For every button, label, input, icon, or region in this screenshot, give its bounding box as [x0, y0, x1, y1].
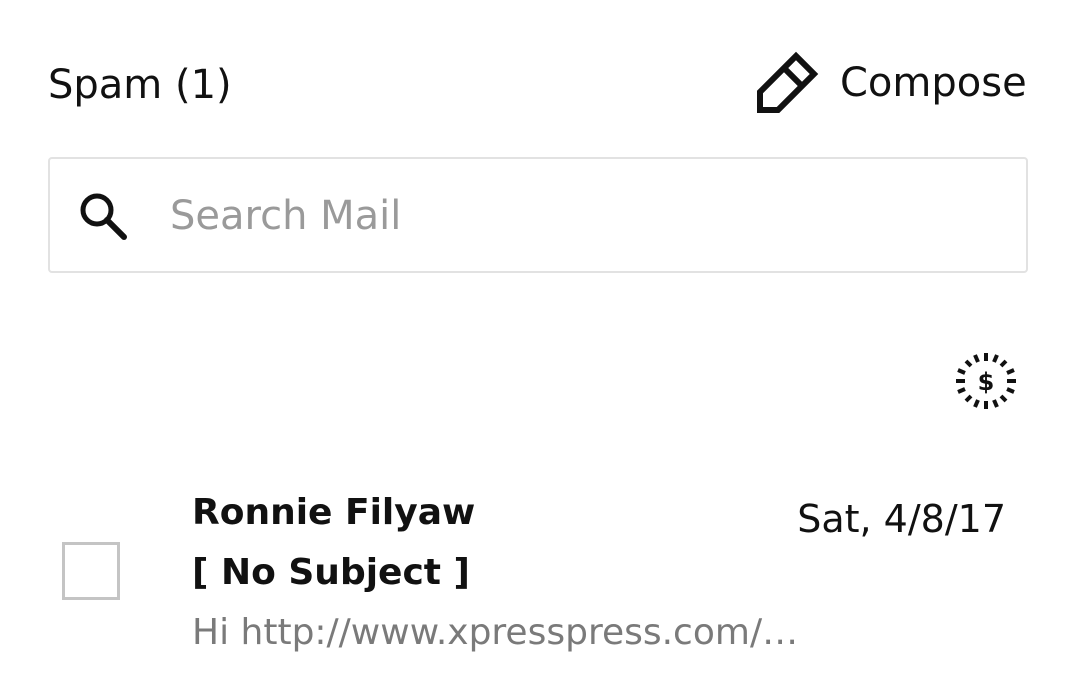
message-date: Sat, 4/8/17	[797, 497, 1006, 541]
message-subject: [ No Subject ]	[192, 552, 470, 593]
pencil-icon	[757, 51, 819, 113]
message-sender: Ronnie Filyaw	[192, 492, 476, 533]
search-box[interactable]	[48, 157, 1028, 273]
search-input[interactable]	[170, 185, 990, 247]
search-icon	[80, 193, 127, 240]
message-checkbox[interactable]	[62, 542, 120, 600]
message-row[interactable]: Ronnie Filyaw Sat, 4/8/17 [ No Subject ]…	[0, 470, 1080, 689]
compose-label: Compose	[840, 60, 1027, 106]
page-title: Spam (1)	[48, 62, 232, 108]
message-snippet: Hi http://www.xpresspress.com/…	[192, 612, 799, 653]
dollar-burst-icon[interactable]: $	[952, 350, 1020, 412]
svg-text:$: $	[978, 368, 995, 396]
compose-button[interactable]: Compose	[752, 38, 1027, 128]
